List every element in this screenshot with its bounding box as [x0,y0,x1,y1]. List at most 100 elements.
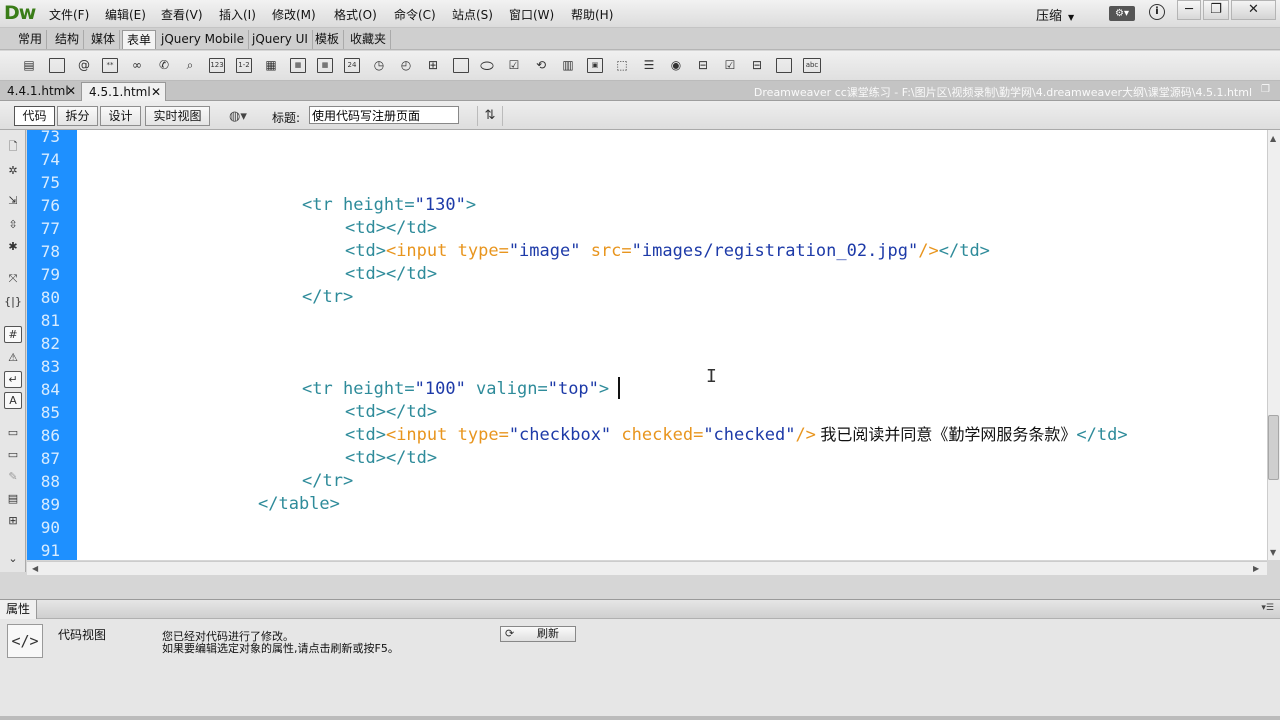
image-button-icon[interactable]: ▣ [587,58,603,73]
password-icon[interactable]: ** [102,58,118,73]
remove-comment-icon[interactable]: ▭ [4,446,22,464]
menu-format[interactable]: 格式(O) [334,6,377,23]
text-field-icon[interactable] [49,58,65,73]
syntax-coloring-icon[interactable]: A [4,392,22,409]
week-icon[interactable]: ▦ [317,58,333,73]
code-line-76: <tr height="130"> [302,195,476,215]
radio-button-icon[interactable]: ◉ [668,58,684,73]
code-token: checked [611,425,694,445]
close-button[interactable]: ✕ [1231,0,1276,20]
datetime-icon[interactable]: ◴ [398,58,414,73]
line-numbers-icon[interactable]: # [4,326,22,343]
url-icon[interactable]: ∞ [129,58,145,73]
menu-commands[interactable]: 命令(C) [394,6,436,23]
doc-tab-4-5-1[interactable]: 4.5.1.html ✕ [81,82,166,101]
minimize-button[interactable]: ─ [1177,0,1201,20]
close-icon[interactable]: ✕ [66,82,76,100]
scroll-up-icon[interactable]: ▲ [1270,134,1276,143]
checkbox-group-icon[interactable]: ⊟ [749,58,765,73]
code-view-button[interactable]: 代码 [14,106,55,126]
split-view-button[interactable]: 拆分 [57,106,98,126]
button-icon[interactable]: ⬭ [479,58,495,74]
menu-view[interactable]: 查看(V) [161,6,203,23]
menu-window[interactable]: 窗口(W) [509,6,554,23]
document-tabs: 4.4.1.html ✕ 4.5.1.html ✕ Dreamweaver cc… [0,81,1280,101]
scroll-down-icon[interactable]: ▼ [1270,548,1276,557]
collapse-selection-icon[interactable]: ⇳ [4,216,22,234]
maximize-button[interactable]: ❐ [1203,0,1229,20]
title-input[interactable] [309,106,459,124]
more-tools-icon[interactable]: ⌄ [4,550,22,568]
tab-jquery-mobile[interactable]: jQuery Mobile [157,30,249,49]
tel-icon[interactable]: ✆ [156,58,172,73]
vertical-scrollbar[interactable] [1267,130,1280,560]
color-icon[interactable]: ▦ [263,58,279,73]
horizontal-scrollbar[interactable] [27,561,1267,575]
restore-window-icon[interactable]: ❐ [1261,84,1270,95]
apply-comment-icon[interactable]: ▭ [4,424,22,442]
submit-button-icon[interactable]: ☑ [506,58,522,73]
info-icon[interactable]: i [1149,4,1165,20]
close-icon[interactable]: ✕ [151,83,161,101]
file-icon[interactable]: ▥ [560,58,576,73]
move-css-icon[interactable]: ⊞ [4,512,22,530]
tab-templates[interactable]: 模板 [311,30,345,49]
tab-media[interactable]: 媒体 [87,30,121,49]
menu-insert[interactable]: 插入(I) [219,6,256,23]
show-code-navigator-icon[interactable]: ✲ [4,162,22,180]
scroll-left-icon[interactable]: ◀ [32,564,38,573]
globe-icon[interactable]: ◍▾ [229,109,247,124]
panel-menu-icon[interactable]: ▾☰ [1261,603,1274,613]
tab-forms[interactable]: 表单 [122,30,157,49]
radio-group-icon[interactable]: ⊟ [695,58,711,73]
line-number: 82 [40,334,60,353]
tab-common[interactable]: 常用 [14,30,48,49]
file-management-icon[interactable]: ⇅ [477,106,503,126]
number-icon[interactable]: 123 [209,58,225,73]
recent-snippets-icon[interactable]: ▤ [4,490,22,508]
search-icon[interactable]: ⌕ [182,58,198,73]
checkbox-icon[interactable]: ☑ [722,58,738,73]
menu-file[interactable]: 文件(F) [49,6,89,23]
scroll-right-icon[interactable]: ▶ [1253,564,1259,573]
form-icon[interactable]: ▤ [21,58,37,73]
vertical-scroll-thumb[interactable] [1268,415,1279,480]
sync-settings-icon[interactable]: ⚙▾ [1109,6,1135,21]
day-icon[interactable]: 24 [344,58,360,73]
fieldset-icon[interactable] [776,58,792,73]
properties-title[interactable]: 属性 [0,600,38,619]
refresh-button[interactable]: ⟳ 刷新 [500,626,576,642]
select-icon[interactable]: ☰ [641,58,657,73]
code-editor[interactable]: 73 74 75 76 77 78 79 80 81 82 83 84 85 8… [27,130,1267,560]
range-icon[interactable]: 1-2 [236,58,252,73]
menu-edit[interactable]: 编辑(E) [105,6,146,23]
email-icon[interactable]: @ [76,58,92,73]
properties-message: 如果要编辑选定对象的属性,请点击刷新或按F5。 [162,642,399,655]
tab-jquery-ui[interactable]: jQuery UI [248,30,313,49]
balance-braces-icon[interactable]: {|} [4,293,22,311]
month-icon[interactable]: ▦ [290,58,306,73]
tab-favorites[interactable]: 收藏夹 [346,30,392,49]
time-icon[interactable]: ◷ [371,58,387,73]
word-wrap-icon[interactable]: ↵ [4,371,22,388]
tab-structure[interactable]: 结构 [51,30,85,49]
reset-button-icon[interactable]: ⟲ [533,58,549,73]
doc-tab-4-4-1[interactable]: 4.4.1.html ✕ [0,82,80,101]
live-view-button[interactable]: 实时视图 [145,106,210,126]
code-text: 我已阅读并同意《勤学网服务条款》 [815,427,1077,444]
highlight-invalid-code-icon[interactable]: ⚠ [4,349,22,367]
open-documents-icon[interactable]: 🗋 [4,138,22,156]
menu-help[interactable]: 帮助(H) [571,6,613,23]
menu-site[interactable]: 站点(S) [452,6,493,23]
datetime-local-icon[interactable]: ⊞ [425,58,441,73]
hidden-icon[interactable]: ⬚ [614,58,630,73]
code-token: = [404,379,415,399]
select-parent-tag-icon[interactable]: ⤧ [4,270,22,288]
design-view-button[interactable]: 设计 [100,106,141,126]
textarea-icon[interactable] [453,58,469,73]
expand-all-icon[interactable]: ✱ [4,238,22,256]
label-icon[interactable]: abc [803,58,821,73]
workspace-switcher[interactable]: 压缩 ▼ [1036,5,1074,24]
menu-modify[interactable]: 修改(M) [272,6,316,23]
collapse-full-tag-icon[interactable]: ⇲ [4,192,22,210]
